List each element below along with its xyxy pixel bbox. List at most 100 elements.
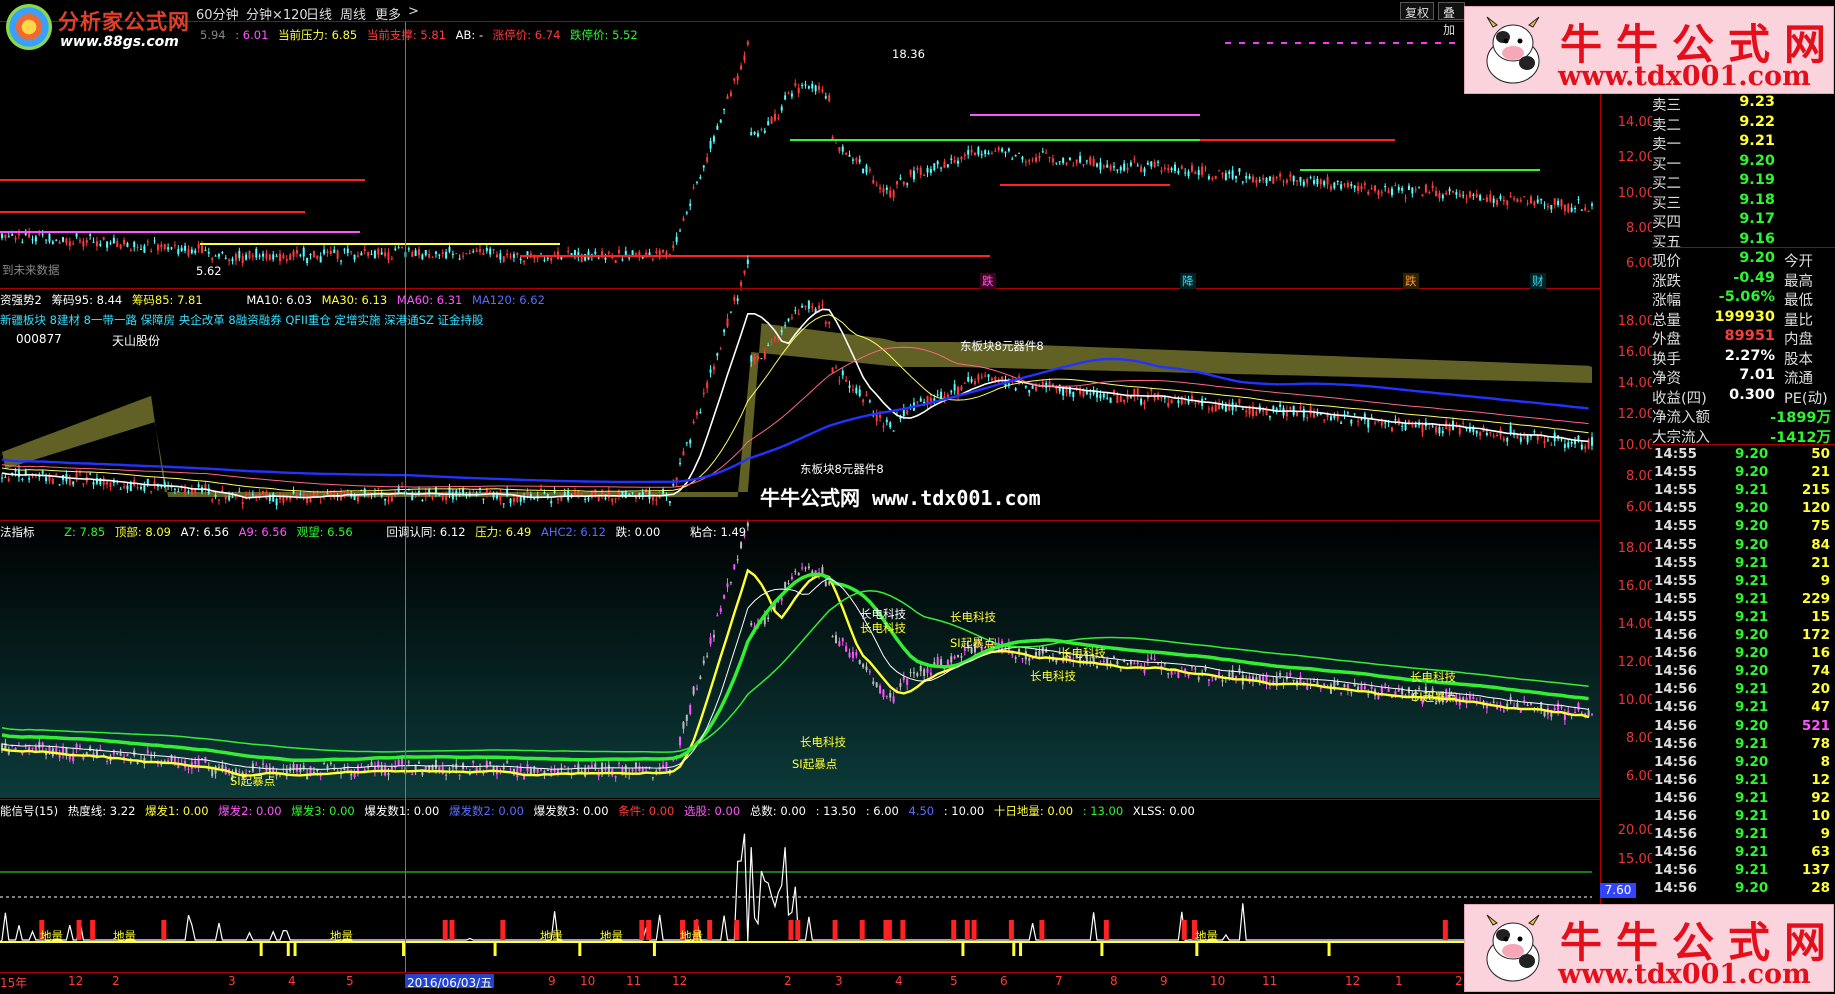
- level-price: 9.16: [1739, 230, 1775, 247]
- candle-body: [1119, 669, 1122, 671]
- ytick: 15.00: [1617, 852, 1655, 867]
- tick-row[interactable]: 14:56 9.21 10: [1652, 808, 1835, 826]
- tick-row[interactable]: 14:55 9.20 84: [1652, 537, 1835, 555]
- candle-body: [1045, 152, 1048, 154]
- signal-bar: [259, 942, 263, 956]
- xtick: 10: [580, 974, 596, 988]
- candle-body: [1506, 200, 1509, 206]
- tick-row[interactable]: 14:56 9.21 78: [1652, 736, 1835, 754]
- tick-row[interactable]: 14:55 9.20 120: [1652, 500, 1835, 518]
- candle-body: [1336, 682, 1339, 686]
- tick-row[interactable]: 14:55 9.20 50: [1652, 446, 1835, 464]
- candle-body: [540, 769, 543, 771]
- candle-body: [916, 401, 919, 403]
- candle-body: [1, 233, 3, 239]
- p1-item: AB: -: [455, 28, 484, 42]
- candle-body: [102, 237, 105, 240]
- tab-weekly[interactable]: 周线: [340, 4, 366, 23]
- candle-body: [238, 491, 241, 493]
- flow-label: 净流入额: [1652, 410, 1710, 426]
- candle-body: [255, 248, 258, 258]
- candle-body: [946, 164, 949, 167]
- candle-body: [841, 638, 844, 642]
- tick-row[interactable]: 14:56 9.21 9: [1652, 826, 1835, 844]
- crosshair-date: 2016/06/03/五: [405, 974, 495, 990]
- p1-item: 跌停价: 5.52: [570, 28, 638, 42]
- tick-row[interactable]: 14:55 9.20 75: [1652, 518, 1835, 536]
- candle-body: [1255, 677, 1258, 680]
- tick-row[interactable]: 14:56 9.20 8: [1652, 754, 1835, 772]
- candle-body: [48, 746, 51, 752]
- tab-60min[interactable]: 60分钟: [196, 4, 239, 23]
- tab-more[interactable]: 更多: [375, 4, 401, 23]
- candle-body: [489, 761, 492, 765]
- candle-body: [1272, 681, 1275, 683]
- candle-body: [95, 477, 98, 484]
- order-book-row[interactable]: 买三 9.18: [1652, 192, 1835, 212]
- tick-row[interactable]: 14:56 9.20 28: [1652, 880, 1835, 898]
- signal-bar: [707, 920, 713, 940]
- tick-row[interactable]: 14:56 9.21 20: [1652, 681, 1835, 699]
- candle-body: [1367, 418, 1370, 428]
- candle-body: [834, 635, 837, 644]
- candle-body: [824, 321, 827, 324]
- event-marker[interactable]: 跌: [980, 273, 996, 289]
- tick-row[interactable]: 14:56 9.20 172: [1652, 627, 1835, 645]
- event-marker[interactable]: 降: [1180, 273, 1196, 289]
- candle-body: [963, 382, 966, 384]
- tick-row[interactable]: 14:55 9.21 229: [1652, 591, 1835, 609]
- candle-body: [709, 369, 712, 373]
- candle-body: [1082, 164, 1085, 166]
- tick-row[interactable]: 14:56 9.20 521: [1652, 718, 1835, 736]
- candle-body: [363, 769, 366, 771]
- tick-row[interactable]: 14:55 9.20 21: [1652, 464, 1835, 482]
- order-book-row[interactable]: 卖一 9.21: [1652, 133, 1835, 153]
- candle-body: [1004, 151, 1007, 153]
- event-marker[interactable]: 跌: [1403, 273, 1419, 289]
- event-marker[interactable]: 财: [1530, 273, 1546, 289]
- candle-body: [1245, 176, 1248, 179]
- candle-body: [1363, 183, 1366, 186]
- tab-min120[interactable]: 分钟×120: [246, 4, 308, 23]
- candle-body: [1055, 162, 1058, 164]
- order-book-row[interactable]: 买二 9.19: [1652, 172, 1835, 192]
- tick-row[interactable]: 14:56 9.21 137: [1652, 862, 1835, 880]
- p3-item: 跌: 0.00: [615, 525, 661, 539]
- tick-row[interactable]: 14:55 9.21 15: [1652, 609, 1835, 627]
- tab-daily[interactable]: 日线: [306, 4, 332, 23]
- adjust-button[interactable]: 复权: [1400, 2, 1435, 20]
- order-book-row[interactable]: 买四 9.17: [1652, 211, 1835, 231]
- candle-body: [1292, 679, 1295, 681]
- candle-body: [919, 167, 922, 175]
- candle-body: [919, 665, 922, 672]
- tick-row[interactable]: 14:56 9.21 12: [1652, 772, 1835, 790]
- candle-body: [1170, 168, 1173, 171]
- more-arrow-icon[interactable]: >: [408, 4, 419, 19]
- signal-bar: [961, 942, 965, 956]
- tick-row[interactable]: 14:56 9.21 92: [1652, 790, 1835, 808]
- tick-time: 14:56: [1654, 717, 1697, 734]
- candle-body: [4, 234, 7, 239]
- order-book-row[interactable]: 卖三 9.23: [1652, 94, 1835, 114]
- candle-body: [438, 495, 441, 497]
- candle-body: [28, 478, 31, 480]
- candle-body: [1048, 157, 1051, 159]
- tick-row[interactable]: 14:55 9.21 9: [1652, 573, 1835, 591]
- signal-bar: [1039, 920, 1045, 940]
- dotted-marker: [1351, 42, 1357, 44]
- tick-row[interactable]: 14:56 9.21 63: [1652, 844, 1835, 862]
- candle-body: [1584, 446, 1587, 449]
- tick-row[interactable]: 14:56 9.20 16: [1652, 645, 1835, 663]
- tick-row[interactable]: 14:55 9.21 215: [1652, 482, 1835, 500]
- candle-body: [45, 752, 48, 756]
- order-book-row[interactable]: 卖二 9.22: [1652, 114, 1835, 134]
- overlay-button[interactable]: 叠加: [1438, 2, 1465, 37]
- candle-body: [879, 415, 882, 418]
- order-book-row[interactable]: 买一 9.20: [1652, 153, 1835, 173]
- tick-row[interactable]: 14:56 9.21 47: [1652, 699, 1835, 717]
- candle-body: [668, 501, 671, 503]
- candle-body: [329, 762, 332, 764]
- tick-row[interactable]: 14:56 9.20 74: [1652, 663, 1835, 681]
- candle-body: [1099, 162, 1102, 170]
- tick-row[interactable]: 14:55 9.21 21: [1652, 555, 1835, 573]
